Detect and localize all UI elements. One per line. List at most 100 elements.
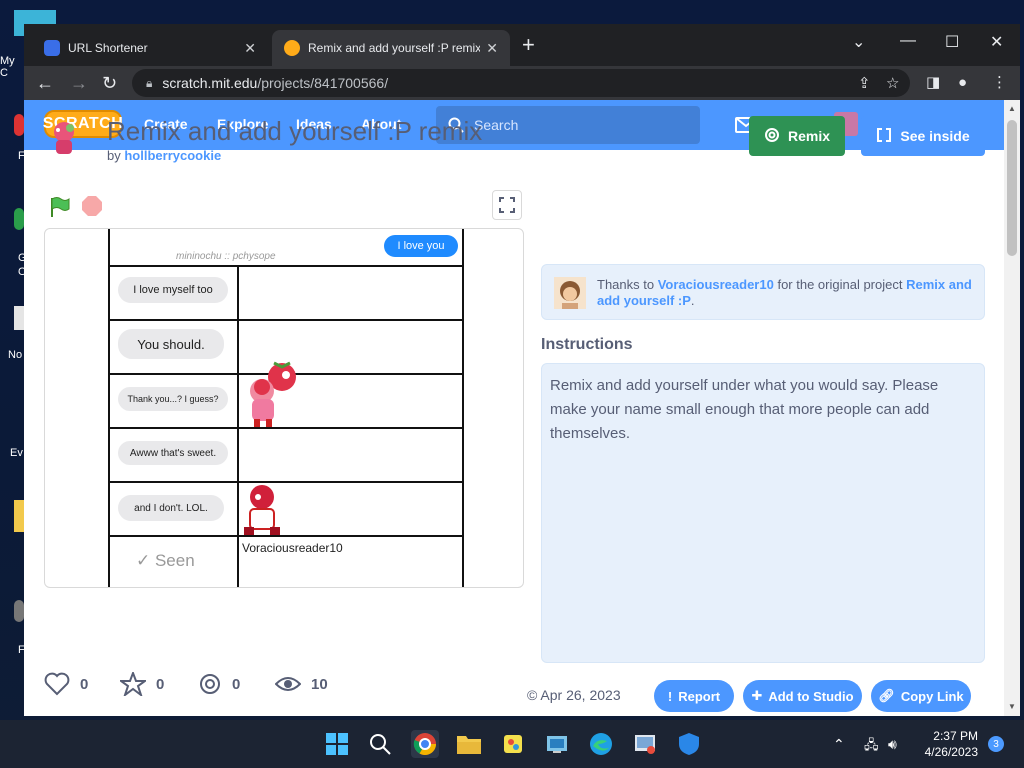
search-icon[interactable] bbox=[366, 730, 394, 758]
new-tab-button[interactable]: + bbox=[522, 34, 535, 56]
message-bubble: and I don't. LOL. bbox=[118, 495, 224, 521]
url-domain: scratch.mit.edu bbox=[162, 75, 258, 91]
tab-close-icon[interactable]: ✕ bbox=[486, 40, 498, 57]
report-icon: ! bbox=[667, 688, 673, 704]
close-window-icon[interactable]: ✕ bbox=[990, 32, 1003, 52]
credit-end: . bbox=[690, 293, 695, 308]
desktop-icon-notes[interactable] bbox=[14, 306, 24, 330]
maximize-icon[interactable]: ☐ bbox=[945, 32, 959, 52]
url-shortener-favicon-icon bbox=[44, 40, 60, 56]
volume-icon[interactable]: 🔊︎ bbox=[888, 736, 897, 753]
stage-canvas[interactable]: I love you mininochu :: pchysope I love … bbox=[108, 229, 464, 587]
forward-icon[interactable]: → bbox=[70, 72, 88, 94]
tab-search-icon[interactable]: ⌄ bbox=[852, 32, 865, 52]
message-bubble: Thank you...? I guess? bbox=[118, 387, 228, 411]
desktop-icon-folder[interactable] bbox=[14, 500, 24, 532]
stage-divider bbox=[110, 535, 464, 537]
project-title[interactable]: Remix and add yourself :P remix bbox=[107, 116, 482, 147]
profile-icon[interactable]: ● bbox=[958, 72, 967, 94]
paint-app-icon[interactable] bbox=[499, 730, 527, 758]
love-count: 0 bbox=[80, 675, 89, 693]
project-author-link[interactable]: hollberrycookie bbox=[124, 148, 221, 163]
fullscreen-icon bbox=[499, 197, 515, 213]
lock-icon[interactable]: 🔒︎ bbox=[146, 76, 152, 91]
control-panel-icon[interactable] bbox=[543, 730, 571, 758]
tab-scratch-project[interactable]: Remix and add yourself :P remix ✕ bbox=[272, 30, 510, 66]
remix-credit: Thanks to Voraciousreader10 for the orig… bbox=[541, 264, 985, 320]
by-prefix: by bbox=[107, 148, 121, 163]
screen-app-icon[interactable] bbox=[631, 730, 659, 758]
browser-toolbar: ← → ↻ 🔒︎ scratch.mit.edu /projects/84170… bbox=[24, 66, 1020, 100]
share-icon[interactable]: ⇪ bbox=[858, 69, 871, 97]
browser-window: URL Shortener ✕ Remix and add yourself :… bbox=[24, 24, 1020, 716]
url-path: /projects/841700566/ bbox=[257, 75, 389, 91]
start-windows-icon[interactable] bbox=[323, 730, 351, 758]
tab-title: Remix and add yourself :P remix bbox=[308, 41, 481, 55]
stage-divider bbox=[110, 319, 464, 321]
credit-middle: for the original project bbox=[777, 277, 903, 292]
seen-indicator: ✓ Seen bbox=[136, 551, 195, 570]
green-flag-icon[interactable] bbox=[48, 196, 70, 218]
original-author-avatar[interactable] bbox=[554, 277, 586, 309]
stop-icon[interactable] bbox=[82, 196, 102, 216]
remix-label: Remix bbox=[787, 128, 831, 144]
page-scrollbar[interactable]: ▲ ▼ bbox=[1004, 100, 1020, 716]
blue-message-bubble: I love you bbox=[384, 235, 458, 257]
tab-strip: URL Shortener ✕ Remix and add yourself :… bbox=[24, 24, 1020, 66]
reload-icon[interactable]: ↻ bbox=[102, 72, 117, 94]
clock-time: 2:37 PM bbox=[933, 729, 978, 743]
tab-close-icon[interactable]: ✕ bbox=[244, 40, 256, 57]
credit-thanks: Thanks to bbox=[597, 277, 655, 292]
scrollbar-thumb[interactable] bbox=[1007, 120, 1017, 256]
remix-count-icon bbox=[200, 674, 220, 694]
desktop-icon-chrome[interactable] bbox=[14, 208, 24, 230]
notification-badge[interactable]: 3 bbox=[988, 736, 1004, 752]
project-stage[interactable]: I love you mininochu :: pchysope I love … bbox=[44, 228, 524, 588]
bookmark-star-icon[interactable]: ☆ bbox=[886, 69, 899, 97]
edge-icon[interactable] bbox=[587, 730, 615, 758]
add-to-studio-button[interactable]: ✚ Add to Studio bbox=[743, 680, 862, 712]
report-button[interactable]: ! Report bbox=[654, 680, 734, 712]
side-panel-icon[interactable]: ◨ bbox=[926, 72, 940, 94]
desktop-icon-label: My C bbox=[0, 55, 15, 79]
see-inside-button[interactable]: See inside bbox=[861, 116, 985, 156]
star-icon bbox=[120, 672, 146, 696]
file-explorer-icon[interactable] bbox=[455, 730, 483, 758]
scratch-page: SCRATCH Create Explore Ideas About Searc… bbox=[24, 100, 1004, 716]
project-author-line: by hollberrycookie bbox=[107, 148, 221, 163]
desktop-icon-app2[interactable] bbox=[14, 600, 24, 622]
remix-stat: 0 bbox=[198, 672, 240, 696]
scroll-up-icon[interactable]: ▲ bbox=[1008, 104, 1016, 113]
view-stat: 10 bbox=[275, 672, 328, 696]
remix-button[interactable]: Remix bbox=[749, 116, 845, 156]
project-date: © Apr 26, 2023 bbox=[527, 687, 621, 703]
project-author-avatar[interactable] bbox=[44, 118, 84, 158]
menu-dots-icon[interactable]: ⋮ bbox=[992, 72, 1007, 94]
desktop-icon-app[interactable] bbox=[14, 114, 24, 136]
minimize-icon[interactable]: — bbox=[900, 32, 916, 50]
address-bar[interactable]: 🔒︎ scratch.mit.edu /projects/841700566/ … bbox=[132, 69, 910, 97]
strawberry-cookie-sprite[interactable] bbox=[240, 359, 300, 429]
chevron-up-icon[interactable]: ⌃ bbox=[833, 736, 845, 753]
stage-divider bbox=[110, 265, 464, 267]
back-icon[interactable]: ← bbox=[36, 72, 54, 94]
instructions-heading: Instructions bbox=[541, 336, 633, 353]
raspberry-cookie-sprite[interactable] bbox=[240, 483, 284, 537]
stage-column-divider bbox=[237, 265, 239, 587]
chrome-icon[interactable] bbox=[411, 730, 439, 758]
tab-title: URL Shortener bbox=[68, 41, 148, 55]
instructions-text: Remix and add yourself under what you wo… bbox=[541, 363, 985, 663]
network-icon[interactable]: 🖧︎ bbox=[864, 736, 879, 758]
remix-count: 0 bbox=[232, 675, 241, 693]
original-author-link[interactable]: Voraciousreader10 bbox=[658, 277, 774, 292]
copy-link-button[interactable]: 🔗︎ Copy Link bbox=[871, 680, 971, 712]
clock-date: 4/26/2023 bbox=[924, 745, 978, 759]
scroll-down-icon[interactable]: ▼ bbox=[1008, 702, 1016, 711]
system-clock[interactable]: 2:37 PM 4/26/2023 bbox=[918, 728, 978, 760]
security-shield-icon[interactable] bbox=[675, 730, 703, 758]
fullscreen-button[interactable] bbox=[492, 190, 522, 220]
love-stat[interactable]: 0 bbox=[44, 672, 88, 696]
heart-icon bbox=[44, 672, 70, 696]
tab-url-shortener[interactable]: URL Shortener ✕ bbox=[32, 30, 268, 66]
favorite-stat[interactable]: 0 bbox=[120, 672, 164, 696]
